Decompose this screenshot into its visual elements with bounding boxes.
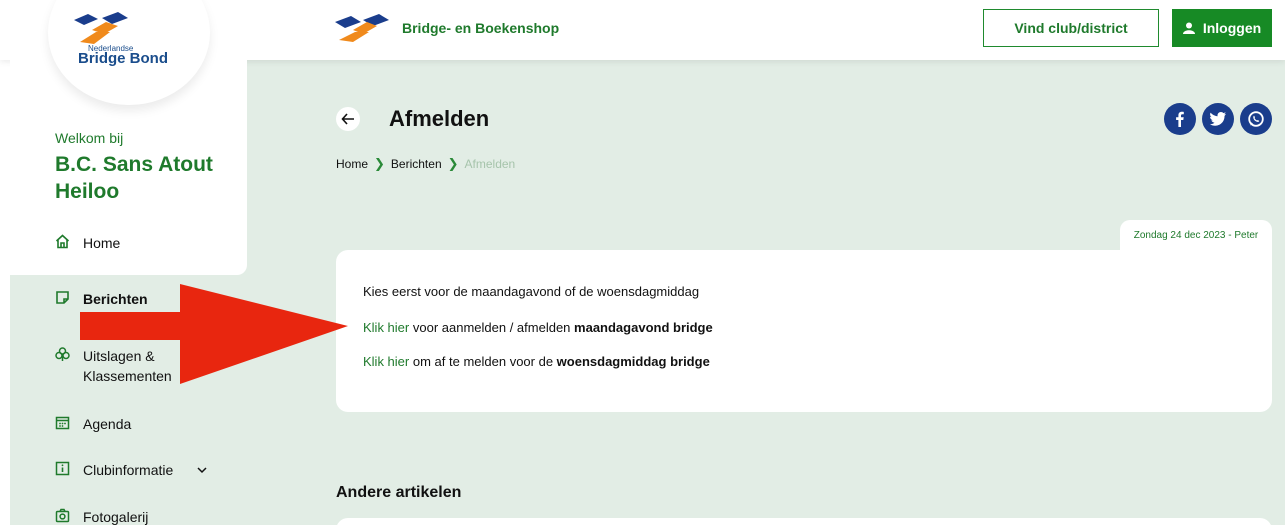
sidebar: Nederlandse Bridge Bond Welkom bij B.C. … — [10, 0, 247, 525]
article-card: Kies eerst voor de maandagavond of de wo… — [336, 250, 1272, 412]
red-arrow-annotation — [80, 284, 348, 384]
user-icon — [1182, 22, 1195, 34]
login-button[interactable]: Inloggen — [1172, 9, 1272, 47]
article-line-3-text: om af te melden voor de — [409, 354, 557, 369]
back-button[interactable] — [336, 107, 360, 131]
facebook-icon[interactable] — [1164, 103, 1196, 135]
logo-big-text: Bridge Bond — [78, 50, 168, 67]
sidebar-item-label: Fotogalerij — [83, 509, 149, 525]
page-title: Afmelden — [389, 106, 490, 131]
chevron-right-icon: ❯ — [447, 156, 459, 171]
calendar-icon — [55, 415, 70, 430]
breadcrumb-berichten[interactable]: Berichten — [391, 157, 442, 171]
welcome-text: Welkom bij — [55, 130, 124, 146]
login-label: Inloggen — [1202, 20, 1262, 36]
club-name: B.C. Sans Atout Heiloo — [55, 153, 213, 203]
chevron-down-icon[interactable] — [196, 464, 208, 476]
article-line-3-bold: woensdagmiddag bridge — [556, 354, 710, 369]
other-articles-title: Andere artikelen — [336, 484, 462, 501]
article-date-tag: Zondag 24 dec 2023 - Peter — [1120, 220, 1272, 250]
whatsapp-icon[interactable] — [1240, 103, 1272, 135]
sidebar-edge — [0, 60, 10, 525]
other-articles-card — [336, 518, 1272, 525]
article-line-2-text: voor aanmelden / afmelden — [409, 320, 575, 335]
sidebar-item-home[interactable]: Home — [55, 233, 120, 253]
chevron-right-icon: ❯ — [374, 156, 385, 171]
nbb-logo-icon[interactable] — [70, 12, 130, 48]
info-icon — [55, 461, 70, 476]
sidebar-item-fotogalerij[interactable]: Fotogalerij — [55, 507, 148, 525]
twitter-icon[interactable] — [1202, 103, 1234, 135]
bridge-logo-icon[interactable] — [333, 12, 389, 48]
breadcrumb-current: Afmelden — [464, 157, 516, 171]
home-icon — [55, 234, 70, 249]
note-icon — [55, 290, 70, 305]
article-line-3: Klik hier om af te melden voor de woensd… — [363, 354, 710, 369]
article-line-2: Klik hier voor aanmelden / afmelden maan… — [363, 320, 713, 335]
shop-link[interactable]: Bridge- en Boekenshop — [402, 20, 559, 36]
camera-icon — [55, 508, 70, 523]
sidebar-item-label: Home — [83, 235, 121, 251]
maandag-link[interactable]: Klik hier — [363, 320, 409, 335]
sidebar-item-agenda[interactable]: Agenda — [55, 414, 131, 434]
sidebar-item-label: Clubinformatie — [83, 462, 174, 478]
article-line-1: Kies eerst voor de maandagavond of de wo… — [363, 284, 700, 299]
article-line-2-bold: maandagavond bridge — [574, 320, 713, 335]
sidebar-item-label: Agenda — [83, 416, 132, 432]
arrow-left-icon — [341, 113, 354, 125]
woensdag-link[interactable]: Klik hier — [363, 354, 409, 369]
club-icon — [55, 347, 70, 362]
sidebar-item-clubinformatie[interactable]: Clubinformatie — [55, 460, 208, 480]
breadcrumb: Home ❯ Berichten ❯ Afmelden — [336, 156, 515, 172]
find-club-button[interactable]: Vind club/district — [983, 9, 1159, 47]
breadcrumb-home[interactable]: Home — [336, 157, 368, 171]
